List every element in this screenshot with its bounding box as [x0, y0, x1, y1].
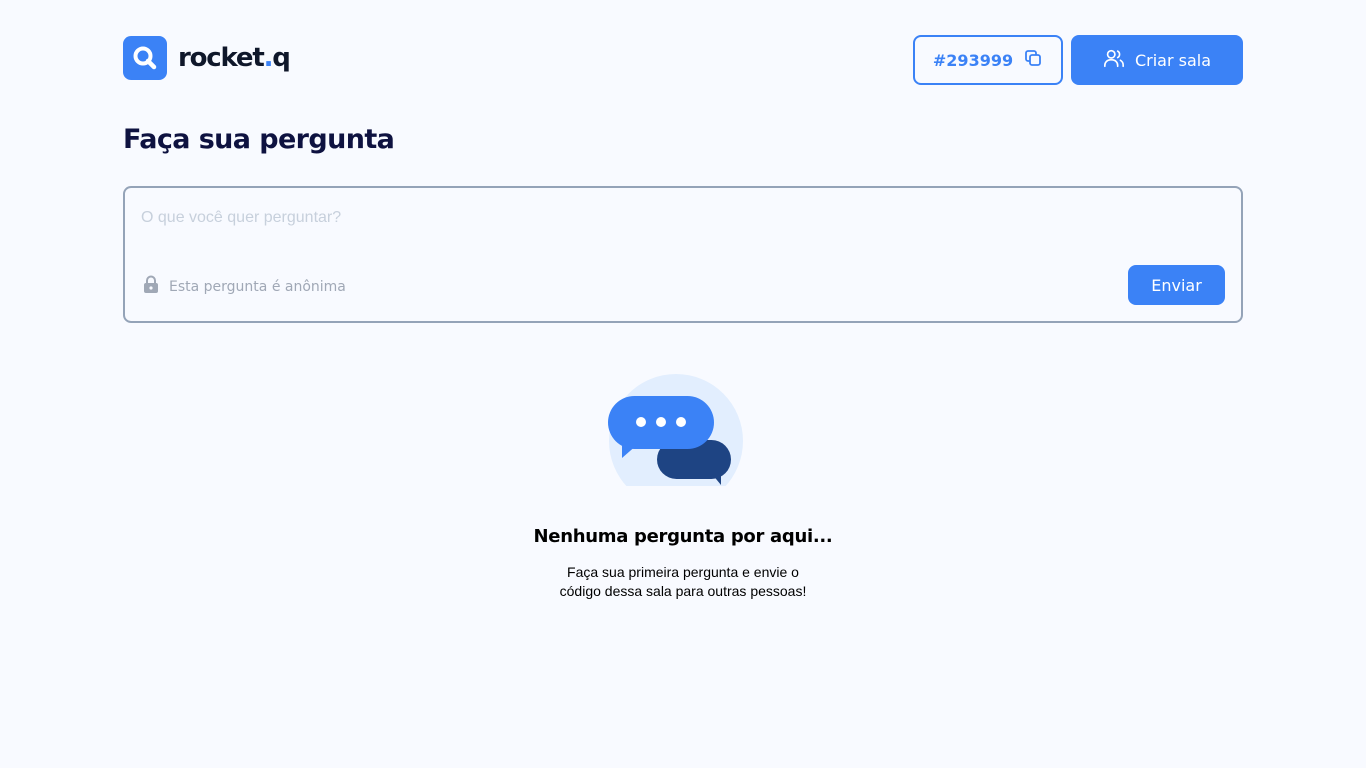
page-container: rocket.q #293999 Criar sala Faça sua per…	[123, 0, 1243, 768]
app-logo[interactable]: rocket.q	[123, 36, 291, 80]
question-form: Esta pergunta é anônima Enviar	[123, 186, 1243, 323]
empty-description: Faça sua primeira pergunta e envie o cód…	[559, 564, 807, 599]
empty-state: Nenhuma pergunta por aqui... Faça sua pr…	[123, 374, 1243, 601]
anonymous-notice: Esta pergunta é anônima	[143, 275, 346, 298]
chat-bubbles-icon	[608, 374, 758, 508]
users-icon	[1103, 47, 1125, 73]
empty-title: Nenhuma pergunta por aqui...	[533, 526, 833, 547]
question-input[interactable]	[141, 206, 1221, 230]
page-title: Faça sua pergunta	[123, 124, 395, 155]
room-code-label: #293999	[932, 50, 1014, 70]
create-room-label: Criar sala	[1134, 50, 1212, 70]
anonymous-label: Esta pergunta é anônima	[169, 278, 346, 295]
copy-icon	[1023, 48, 1043, 72]
lock-icon	[143, 275, 159, 298]
room-code-button[interactable]: #293999	[913, 35, 1063, 85]
send-button[interactable]: Enviar	[1128, 265, 1225, 305]
create-room-button[interactable]: Criar sala	[1071, 35, 1243, 85]
logo-search-icon	[123, 36, 167, 80]
logo-text: rocket.q	[178, 43, 291, 73]
